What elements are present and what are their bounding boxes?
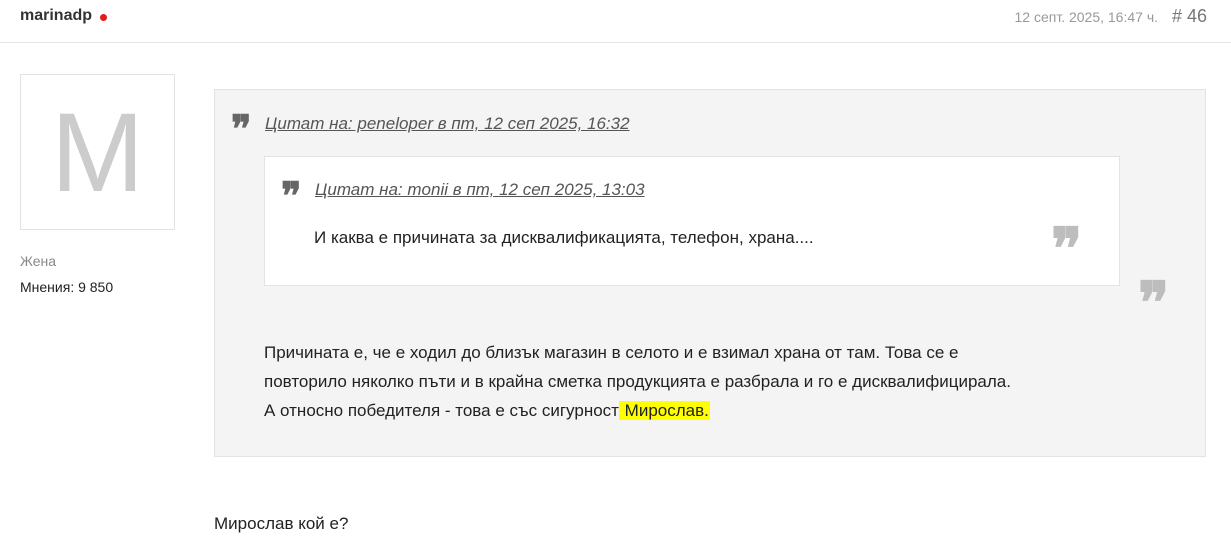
nested-quote-cite-link[interactable]: Цитат на: monii в пт, 12 сеп 2025, 13:03 [315, 180, 645, 200]
avatar[interactable]: M [20, 74, 175, 230]
post-date: 12 септ. 2025, 16:47 ч. [1014, 9, 1159, 25]
nested-quote-open-icon: ❞ [281, 173, 302, 218]
quote-close-icon: ❞ [1138, 269, 1170, 337]
online-status-icon [100, 14, 107, 21]
post-header: marinadp 12 септ. 2025, 16:47 ч. # 46 [0, 0, 1231, 43]
quote-text: Причината е, че е ходил до близък магази… [264, 338, 1164, 425]
quote-open-icon: ❞ [231, 106, 252, 151]
nested-quote-text: И каква е причината за дисквалификацията… [314, 228, 814, 247]
user-posts-count: Мнения: 9 850 [20, 279, 114, 295]
nested-quote-close-icon: ❞ [1051, 215, 1083, 283]
avatar-letter: M [50, 90, 145, 215]
post-body-text: Мирослав кой е? [214, 514, 349, 533]
forum-post: marinadp 12 септ. 2025, 16:47 ч. # 46 M … [0, 0, 1231, 550]
quote-text-line: А относно победителя - това е със сигурн… [264, 396, 1164, 425]
username-link[interactable]: marinadp [20, 7, 92, 25]
post-number-link[interactable]: # 46 [1172, 6, 1207, 27]
highlighted-text: Мирослав. [618, 401, 710, 420]
quote-text-segment: А относно победителя - това е със сигурн… [264, 401, 619, 420]
user-gender: Жена [20, 253, 57, 269]
nested-quote-block: ❞ Цитат на: monii в пт, 12 сеп 2025, 13:… [264, 156, 1120, 286]
quote-block: ❞ Цитат на: peneloper в пт, 12 сеп 2025,… [214, 89, 1206, 457]
quote-text-line: повторило няколко пъти и в крайна сметка… [264, 372, 1011, 391]
quote-text-line: Причината е, че е ходил до близък магази… [264, 343, 959, 362]
quote-cite-link[interactable]: Цитат на: peneloper в пт, 12 сеп 2025, 1… [265, 114, 630, 134]
